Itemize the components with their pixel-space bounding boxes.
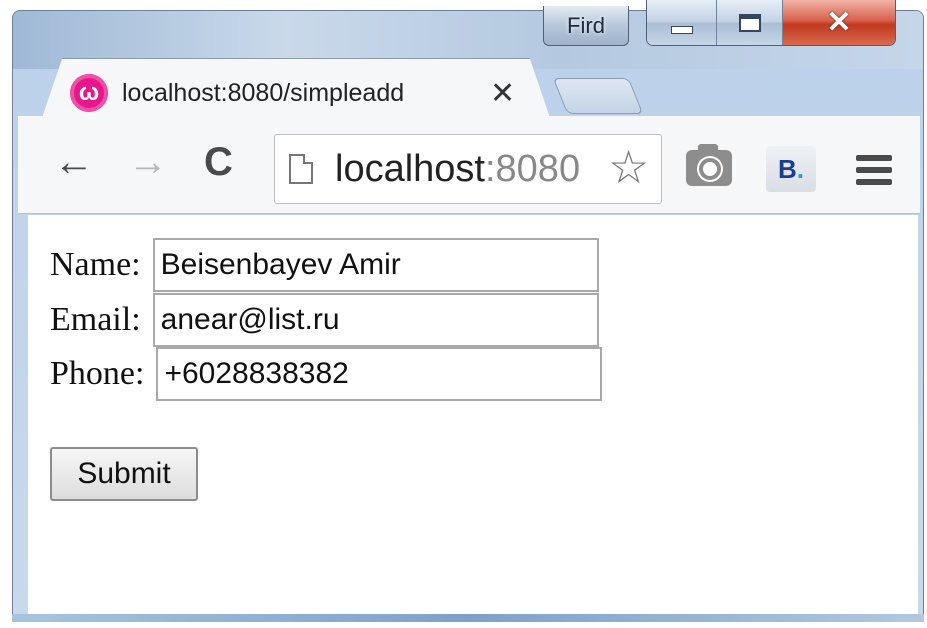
menu-hamburger-icon[interactable] xyxy=(856,155,892,185)
profile-button[interactable]: Fird xyxy=(543,6,629,46)
tab-title: localhost:8080/simpleadd xyxy=(122,78,405,107)
close-icon: ✕ xyxy=(826,6,852,39)
maximize-button[interactable] xyxy=(717,0,783,45)
submit-button[interactable]: Submit xyxy=(50,447,198,501)
email-label: Email: xyxy=(50,301,141,338)
phone-input[interactable]: +6028838382 xyxy=(156,347,603,401)
menu-bar xyxy=(856,167,892,173)
camera-icon[interactable] xyxy=(686,144,732,186)
window-bottom-border xyxy=(12,614,924,622)
url-port: :8080 xyxy=(484,147,581,190)
tab-close-icon[interactable]: ✕ xyxy=(490,76,515,111)
minimize-icon xyxy=(670,25,693,34)
menu-bar xyxy=(856,155,892,161)
back-arrow-icon[interactable]: ← xyxy=(54,140,94,185)
phone-label: Phone: xyxy=(50,355,145,392)
email-row: Email: anear@list.ru xyxy=(50,293,599,347)
name-label: Name: xyxy=(50,246,141,283)
window-controls: ✕ xyxy=(646,0,896,46)
reload-icon[interactable]: C xyxy=(204,140,233,185)
new-tab-button[interactable] xyxy=(552,78,644,114)
wamp-favicon-icon: ω xyxy=(70,74,108,112)
forward-arrow-icon[interactable]: → xyxy=(128,140,168,185)
email-input[interactable]: anear@list.ru xyxy=(152,293,599,347)
close-window-button[interactable]: ✕ xyxy=(783,0,895,45)
name-row: Name: Beisenbayev Amir xyxy=(50,238,599,292)
url-host: localhost xyxy=(335,147,485,190)
extension-dot: . xyxy=(796,153,804,184)
name-input[interactable]: Beisenbayev Amir xyxy=(152,238,599,292)
bookmark-star-icon[interactable]: ☆ xyxy=(604,141,650,193)
phone-row: Phone: +6028838382 xyxy=(50,347,603,401)
page-icon xyxy=(289,154,313,184)
extension-b-button[interactable]: B. xyxy=(766,146,816,192)
tab-content: ω localhost:8080/simpleadd ✕ xyxy=(70,70,530,116)
menu-bar xyxy=(856,179,892,185)
minimize-button[interactable] xyxy=(647,0,717,45)
extension-label: B xyxy=(777,153,797,184)
maximize-icon xyxy=(738,13,761,32)
